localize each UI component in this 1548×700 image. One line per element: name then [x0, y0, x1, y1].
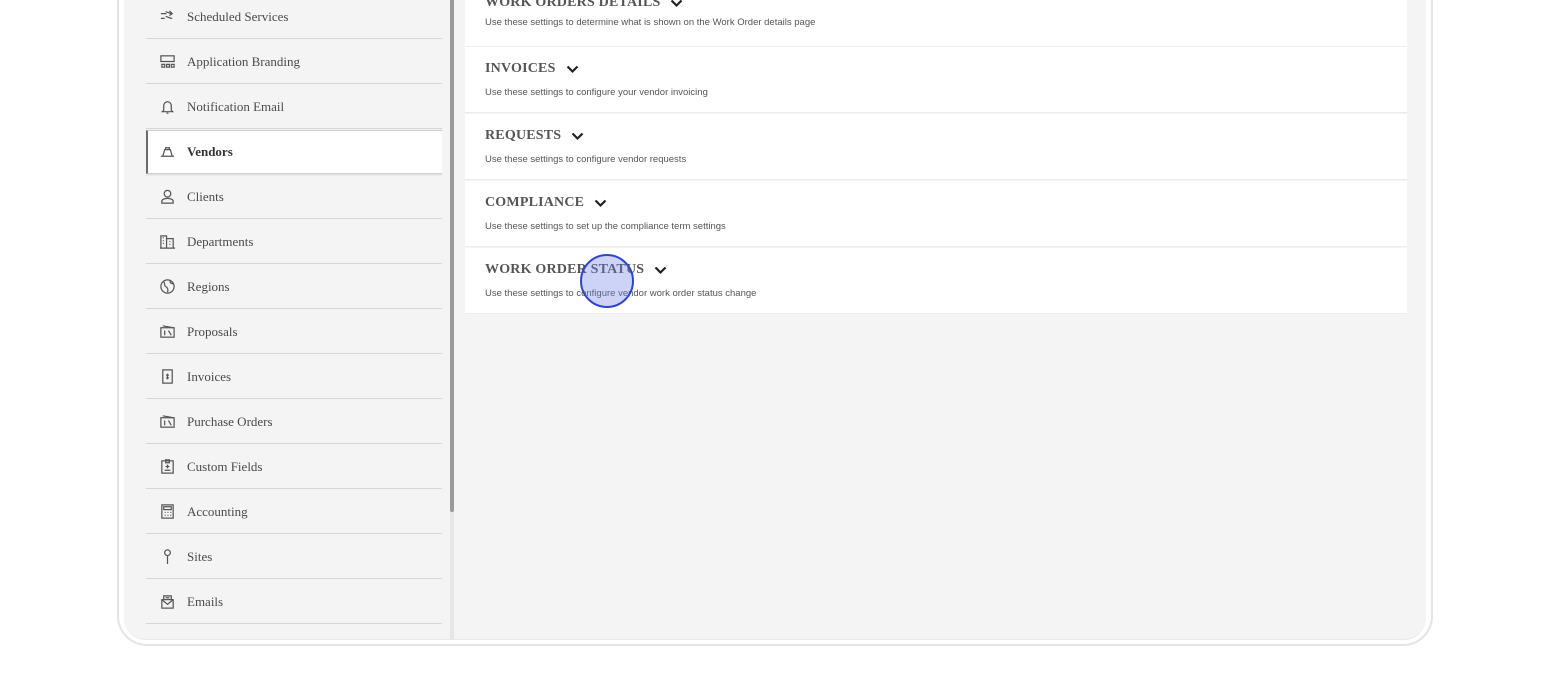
scheduled-services-icon [158, 8, 176, 26]
sidebar-item-notification-email[interactable]: Notification Email [146, 85, 442, 129]
sidebar-item-purchase-orders[interactable]: Purchase Orders [146, 400, 442, 444]
sidebar-item-application-branding[interactable]: Application Branding [146, 40, 442, 84]
sidebar-item-invoices[interactable]: Invoices [146, 355, 442, 399]
sidebar-item-scheduled-services[interactable]: Scheduled Services [146, 0, 442, 39]
sidebar-item-label: Custom Fields [187, 458, 263, 474]
sidebar-item-label: Departments [187, 233, 254, 249]
vendor-icon [158, 143, 176, 161]
sidebar-item-label: Emails [187, 593, 224, 609]
sidebar-item-label: Notification Email [187, 98, 285, 114]
sidebar-item-label: Proposals [187, 323, 238, 339]
section-title[interactable]: WORK ORDERS DETAILS [485, 0, 660, 11]
building-icon [158, 233, 176, 251]
section-title[interactable]: INVOICES [485, 61, 556, 77]
settings-sidebar: Scheduled Services Application Branding … [146, 0, 442, 639]
sidebar-item-sites[interactable]: Sites [146, 535, 442, 579]
chevron-down-icon[interactable] [566, 62, 580, 76]
sidebar-item-departments[interactable]: Departments [146, 220, 442, 264]
send-icon [158, 638, 176, 639]
bell-icon [158, 98, 176, 116]
section-description: Use these settings to set up the complia… [485, 221, 726, 232]
section-description: Use these settings to configure vendor r… [485, 154, 687, 165]
section-compliance[interactable]: COMPLIANCE Use these settings to set up … [465, 181, 1407, 247]
pin-icon [158, 548, 176, 566]
sidebar-item-proposals[interactable]: Proposals [146, 310, 442, 354]
sidebar-item-label: Regions [187, 278, 230, 294]
branding-icon [158, 53, 176, 71]
sidebar-item-label: Invoices [187, 368, 232, 384]
sidebar-item-label: Vendors [187, 144, 233, 159]
section-title[interactable]: REQUESTS [485, 128, 561, 144]
mail-icon [158, 593, 176, 611]
section-description: Use these settings to determine what is … [485, 17, 816, 28]
sidebar-item-label: Scheduled Services [187, 8, 289, 24]
purchase-order-icon [158, 413, 176, 431]
chevron-down-icon[interactable] [594, 196, 608, 210]
sidebar-item-custom-fields[interactable]: Custom Fields [146, 445, 442, 489]
invoice-icon [158, 368, 176, 386]
globe-icon [158, 278, 176, 296]
user-icon [158, 188, 176, 206]
calculator-icon [158, 503, 176, 521]
sidebar-item-vendors[interactable]: Vendors [146, 130, 442, 174]
section-invoices[interactable]: INVOICES Use these settings to configure… [465, 47, 1407, 113]
sidebar-item-accounting[interactable]: Accounting [146, 490, 442, 534]
chevron-down-icon[interactable] [654, 263, 668, 277]
clipboard-icon [158, 458, 176, 476]
sidebar-item-label: Sites [187, 548, 213, 564]
sidebar-item-label: Clients [187, 188, 224, 204]
scrollbar-thumb[interactable] [450, 0, 454, 512]
sidebar-scrollbar[interactable] [450, 0, 454, 639]
sidebar-item-regions[interactable]: Regions [146, 265, 442, 309]
chevron-down-icon[interactable] [571, 129, 585, 143]
section-requests[interactable]: REQUESTS Use these settings to configure… [465, 114, 1407, 180]
sidebar-item-label: Application Branding [187, 53, 301, 69]
section-title[interactable]: COMPLIANCE [485, 195, 584, 211]
section-description: Use these settings to configure your ven… [485, 87, 708, 98]
sidebar-item-emails[interactable]: Emails [146, 580, 442, 624]
sidebar-item-next-cutoff[interactable] [146, 625, 442, 639]
section-work-orders-details[interactable]: WORK ORDERS DETAILS Use these settings t… [465, 0, 1407, 47]
sidebar-item-clients[interactable]: Clients [146, 175, 442, 219]
sidebar-item-label: Purchase Orders [187, 413, 273, 429]
chevron-down-icon[interactable] [670, 0, 684, 10]
click-indicator [580, 254, 634, 308]
proposal-icon [158, 323, 176, 341]
app-screen: Scheduled Services Application Branding … [124, 0, 1426, 640]
vendor-settings-content: WORK ORDERS DETAILS Use these settings t… [465, 0, 1407, 639]
sidebar-item-label: Accounting [187, 503, 248, 519]
